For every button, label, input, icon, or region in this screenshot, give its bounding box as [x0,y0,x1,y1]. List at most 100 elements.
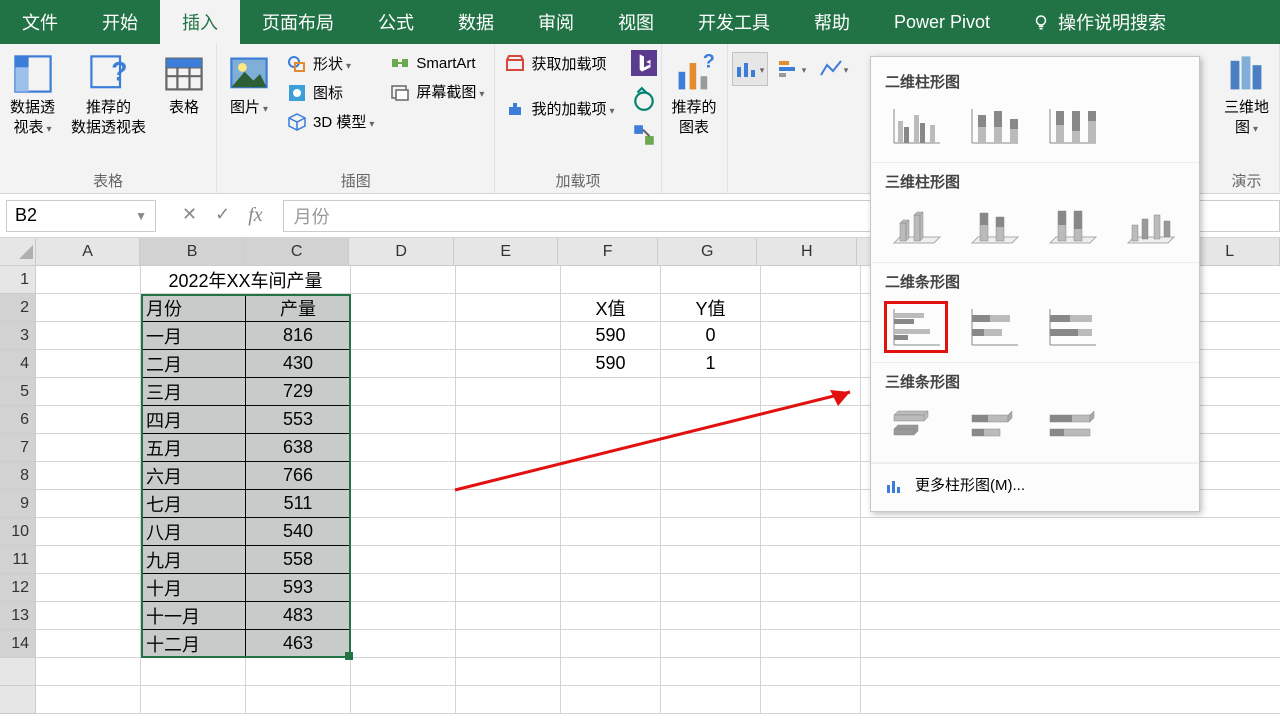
stacked100-bar-2d[interactable] [1041,302,1103,352]
cell-C12[interactable]: 593 [246,574,351,602]
row-header-3[interactable]: 3 [0,322,36,350]
cancel-formula-icon[interactable]: ✕ [182,204,197,227]
cell-H2[interactable] [761,294,861,322]
get-addins-button[interactable]: 获取加载项 [499,50,620,77]
col-header-H[interactable]: H [757,238,857,266]
cell-I13[interactable] [861,602,1186,630]
cell-F8[interactable] [561,462,661,490]
stacked100-bar-3d[interactable] [1041,402,1103,452]
cell-L11[interactable] [1186,546,1280,574]
row-header-16[interactable] [0,686,36,714]
cell-C11[interactable]: 558 [246,546,351,574]
cell-G1[interactable] [661,266,761,294]
cell-B2[interactable]: 月份 [141,294,246,322]
cell-H4[interactable] [761,350,861,378]
clustered-column-3d[interactable] [885,202,947,252]
tab-dev[interactable]: 开发工具 [676,0,792,44]
cell-A13[interactable] [36,602,141,630]
cell-D9[interactable] [351,490,456,518]
cell-I16[interactable] [861,686,1186,714]
cell-A7[interactable] [36,434,141,462]
recommended-pivot-button[interactable]: ? 推荐的 数据透视表 [65,50,152,141]
cell-H11[interactable] [761,546,861,574]
cell-D6[interactable] [351,406,456,434]
cell-D4[interactable] [351,350,456,378]
cell-A11[interactable] [36,546,141,574]
tab-formula[interactable]: 公式 [356,0,436,44]
cell-D3[interactable] [351,322,456,350]
stacked-column-3d[interactable] [963,202,1025,252]
tab-powerpivot[interactable]: Power Pivot [872,0,1012,44]
cell-L8[interactable] [1186,462,1280,490]
column-chart-dropdown[interactable] [732,52,768,86]
tab-home[interactable]: 开始 [80,0,160,44]
col-header-F[interactable]: F [558,238,658,266]
cell-F12[interactable] [561,574,661,602]
cell-H16[interactable] [761,686,861,714]
cell-B9[interactable]: 七月 [141,490,246,518]
col-header-G[interactable]: G [658,238,758,266]
cell-F11[interactable] [561,546,661,574]
cell-H7[interactable] [761,434,861,462]
line-chart-dropdown[interactable] [816,52,852,86]
cell-G3[interactable]: 0 [661,322,761,350]
cell-E2[interactable] [456,294,561,322]
cell-G14[interactable] [661,630,761,658]
cell-L16[interactable] [1186,686,1280,714]
cell-L9[interactable] [1186,490,1280,518]
cell-E14[interactable] [456,630,561,658]
tab-insert[interactable]: 插入 [160,0,240,44]
icons-button[interactable]: 图标 [281,79,380,106]
cell-F15[interactable] [561,658,661,686]
cell-C6[interactable]: 553 [246,406,351,434]
cell-L1[interactable] [1186,266,1280,294]
cell-F3[interactable]: 590 [561,322,661,350]
cell-G2[interactable]: Y值 [661,294,761,322]
cell-H12[interactable] [761,574,861,602]
tell-me-search[interactable]: 操作说明搜索 [1032,0,1166,44]
bar-chart-dropdown[interactable] [774,52,810,86]
row-header-11[interactable]: 11 [0,546,36,574]
cell-D7[interactable] [351,434,456,462]
cell-A10[interactable] [36,518,141,546]
tab-view[interactable]: 视图 [596,0,676,44]
cell-G15[interactable] [661,658,761,686]
cell-C4[interactable]: 430 [246,350,351,378]
cell-I15[interactable] [861,658,1186,686]
cell-B1[interactable]: 2022年XX车间产量 [141,266,351,294]
cell-I12[interactable] [861,574,1186,602]
cell-B12[interactable]: 十月 [141,574,246,602]
visio-icon[interactable] [631,122,657,148]
row-header-7[interactable]: 7 [0,434,36,462]
cell-F7[interactable] [561,434,661,462]
cell-G5[interactable] [661,378,761,406]
cell-L14[interactable] [1186,630,1280,658]
my-addins-button[interactable]: 我的加载项 [499,95,620,122]
row-header-13[interactable]: 13 [0,602,36,630]
clustered-bar-3d[interactable] [885,402,947,452]
cell-D16[interactable] [351,686,456,714]
cell-F9[interactable] [561,490,661,518]
cell-G11[interactable] [661,546,761,574]
col-header-E[interactable]: E [454,238,559,266]
cell-D1[interactable] [351,266,456,294]
cell-A12[interactable] [36,574,141,602]
row-header-5[interactable]: 5 [0,378,36,406]
cell-E1[interactable] [456,266,561,294]
cell-E15[interactable] [456,658,561,686]
cell-C14[interactable]: 463 [246,630,351,658]
cell-F5[interactable] [561,378,661,406]
cell-E13[interactable] [456,602,561,630]
cell-E4[interactable] [456,350,561,378]
cell-E10[interactable] [456,518,561,546]
cell-C2[interactable]: 产量 [246,294,351,322]
cell-A2[interactable] [36,294,141,322]
col-header-A[interactable]: A [36,238,141,266]
cell-H14[interactable] [761,630,861,658]
cell-H3[interactable] [761,322,861,350]
cell-A15[interactable] [36,658,141,686]
row-header-9[interactable]: 9 [0,490,36,518]
chevron-down-icon[interactable]: ▼ [135,209,147,223]
cell-H1[interactable] [761,266,861,294]
cell-G12[interactable] [661,574,761,602]
